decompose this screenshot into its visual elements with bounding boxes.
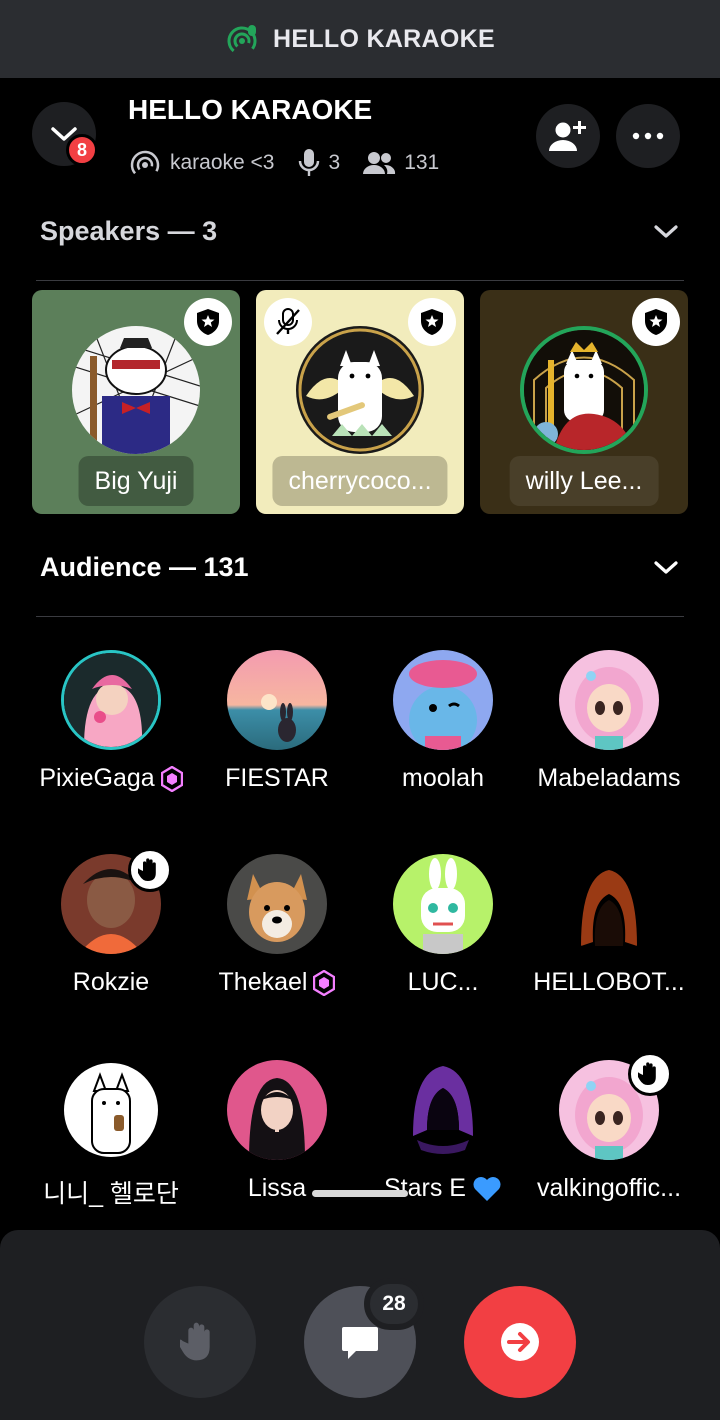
- audience-member[interactable]: Rokzie: [28, 848, 194, 997]
- speaker-count-text: 3: [328, 151, 341, 174]
- muted-badge: [264, 298, 312, 346]
- chevron-down-icon[interactable]: [652, 223, 680, 241]
- audience-member[interactable]: Lissa: [194, 1060, 360, 1203]
- raise-hand-button[interactable]: [144, 1286, 256, 1398]
- member-name: PixieGaga: [39, 764, 155, 792]
- speaker-name: Big Yuji: [78, 456, 194, 506]
- audience-member[interactable]: valkingoffic...: [526, 1052, 692, 1203]
- add-user-icon: [549, 121, 586, 151]
- member-name: Rokzie: [72, 968, 150, 996]
- moderator-shield-icon: [197, 309, 219, 335]
- nitro-boost-icon: [160, 765, 183, 792]
- audience-member[interactable]: LUC...: [360, 854, 526, 997]
- microphone-icon: [298, 149, 319, 176]
- more-icon: [632, 132, 664, 140]
- audience-member[interactable]: moolah: [360, 650, 526, 793]
- stage-icon: [227, 25, 257, 56]
- home-indicator: [312, 1190, 408, 1197]
- member-name: Thekael: [218, 968, 308, 996]
- member-name: HELLOBOT...: [533, 968, 685, 996]
- chat-icon: [342, 1327, 378, 1359]
- raised-hand-icon: [180, 1322, 210, 1361]
- stage-topbar: HELLO KARAOKE: [0, 0, 720, 78]
- invite-button[interactable]: [536, 104, 600, 168]
- speaker-name: willy Lee...: [509, 456, 659, 506]
- member-name: LUC...: [407, 968, 479, 996]
- speaker-card[interactable]: Big Yuji: [32, 290, 240, 514]
- audience-member[interactable]: HELLOBOT...: [526, 854, 692, 997]
- member-name: valkingoffic...: [536, 1174, 682, 1202]
- audience-member[interactable]: Stars E: [360, 1060, 526, 1203]
- member-name: FIESTAR: [225, 764, 329, 792]
- chat-count-badge: 28: [364, 1278, 424, 1330]
- audience-heading: Audience — 131: [40, 552, 249, 582]
- leave-stage-button[interactable]: [464, 1286, 576, 1398]
- avatar: [559, 650, 659, 750]
- member-name: Lissa: [247, 1174, 307, 1202]
- mic-muted-icon: [276, 308, 300, 335]
- avatar: [227, 650, 327, 750]
- avatar: [393, 650, 493, 750]
- member-name: Stars E: [384, 1174, 466, 1202]
- moderator-shield-icon: [645, 309, 667, 335]
- avatar: [61, 1060, 161, 1160]
- moderator-badge: [632, 298, 680, 346]
- speaker-count: 3: [297, 148, 341, 178]
- notification-badge: 8: [66, 134, 98, 166]
- divider: [36, 616, 684, 617]
- avatar: [227, 854, 327, 954]
- moderator-badge: [408, 298, 456, 346]
- audience-member[interactable]: FIESTAR: [194, 650, 360, 793]
- stage-topic-icon: [130, 150, 160, 178]
- member-name: moolah: [402, 764, 484, 792]
- topbar-title: HELLO KARAOKE: [273, 24, 495, 53]
- leave-icon: [501, 1323, 539, 1361]
- people-icon: [363, 152, 396, 174]
- moderator-shield-icon: [421, 309, 443, 335]
- divider: [36, 280, 684, 281]
- member-name: 니니_ 헬로단: [43, 1180, 179, 1208]
- audience-header[interactable]: Audience — 131: [40, 552, 680, 583]
- listener-count-text: 131: [404, 151, 440, 174]
- blue-heart-icon: [473, 1176, 501, 1201]
- stage-topic-text: karaoke <3: [170, 151, 275, 174]
- avatar: [520, 326, 648, 454]
- speaker-name: cherrycoco...: [272, 456, 448, 506]
- avatar: [227, 1060, 327, 1160]
- avatar: [296, 326, 424, 454]
- avatar: [393, 854, 493, 954]
- member-name: Mabeladams: [537, 764, 681, 792]
- more-options-button[interactable]: [616, 104, 680, 168]
- audience-member[interactable]: Thekael: [194, 854, 360, 997]
- raised-hand-badge: [128, 848, 172, 892]
- speakers-heading: Speakers — 3: [40, 216, 218, 246]
- avatar: [393, 1060, 493, 1160]
- audience-member[interactable]: Mabeladams: [526, 650, 692, 793]
- avatar: [72, 326, 200, 454]
- avatar: [559, 854, 659, 954]
- raised-hand-badge: [628, 1052, 672, 1096]
- audience-member[interactable]: 니니_ 헬로단: [28, 1060, 194, 1210]
- stage-title: HELLO KARAOKE: [128, 94, 373, 125]
- speaker-card[interactable]: cherrycoco...: [256, 290, 464, 514]
- moderator-badge: [184, 298, 232, 346]
- stage-topic: karaoke <3: [128, 148, 275, 178]
- raised-hand-icon: [638, 1062, 656, 1085]
- audience-member[interactable]: PixieGaga: [28, 650, 194, 793]
- avatar: [61, 650, 161, 750]
- stage-meta: karaoke <3 3 131: [128, 148, 461, 178]
- listener-count: 131: [362, 150, 439, 176]
- raised-hand-icon: [138, 858, 156, 881]
- stage-header: 8 HELLO KARAOKE karaoke <3 3 131: [0, 78, 720, 198]
- nitro-boost-icon: [313, 969, 336, 996]
- speaker-card[interactable]: willy Lee...: [480, 290, 688, 514]
- speakers-header[interactable]: Speakers — 3: [40, 216, 680, 247]
- chevron-down-icon[interactable]: [652, 559, 680, 577]
